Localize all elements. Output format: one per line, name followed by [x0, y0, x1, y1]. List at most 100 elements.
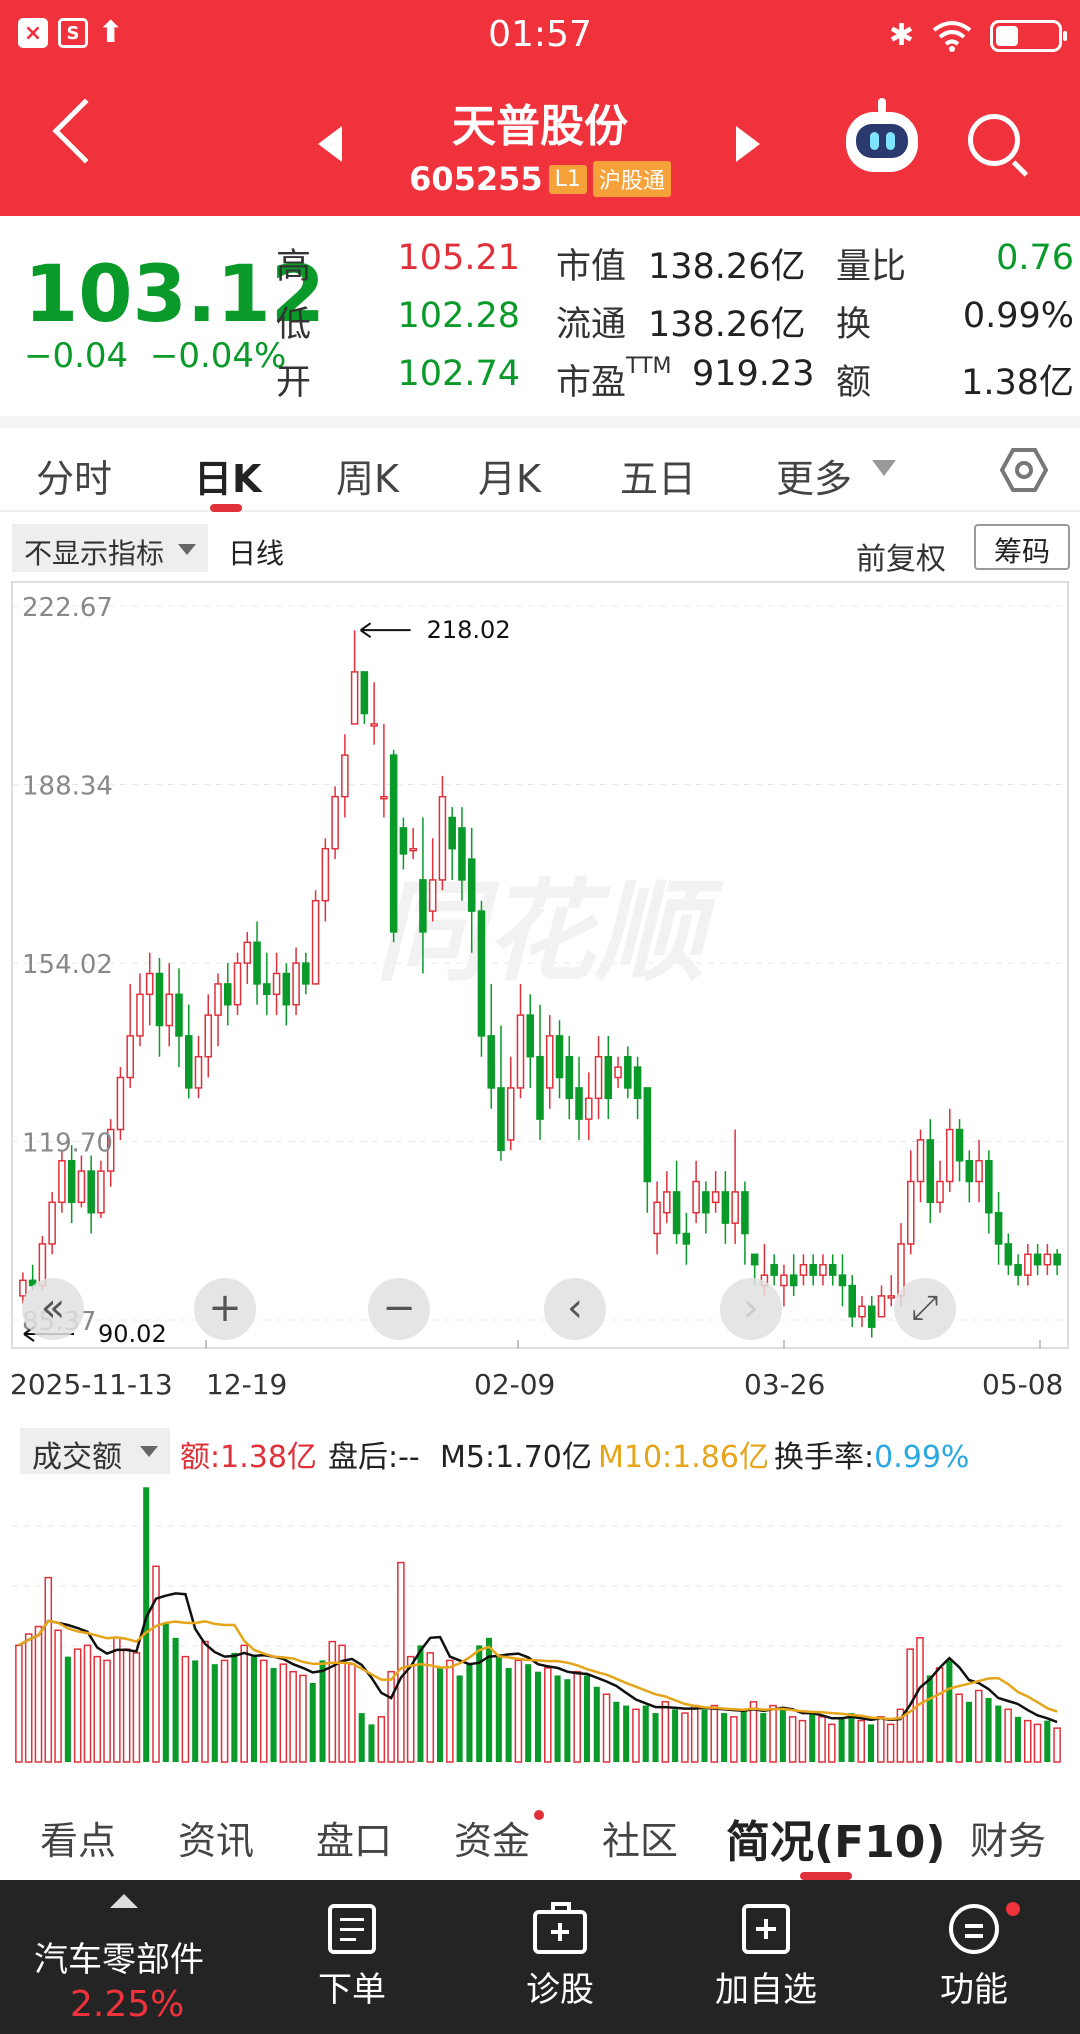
more-dropdown-icon[interactable] [872, 460, 896, 476]
volume-bar [1033, 1723, 1042, 1763]
date-tick: 02-09 [474, 1368, 556, 1401]
candle-body [575, 1087, 583, 1120]
functions-button[interactable]: 功能 [894, 1900, 1054, 2011]
volume-bar [848, 1713, 855, 1762]
date-tick: 12-19 [206, 1368, 288, 1401]
stock-code: 605255 [409, 160, 543, 198]
volume-bar [103, 1659, 111, 1763]
price-adjust-button[interactable]: 前复权 [856, 534, 946, 578]
candle-body [360, 671, 369, 715]
tab-monthly-k[interactable]: 月K [478, 448, 541, 503]
candle-body [955, 1128, 964, 1162]
tab-funds[interactable]: 资金 [454, 1810, 530, 1865]
change-value: −0.04 [24, 336, 129, 376]
candle-body [838, 1274, 847, 1287]
volume-bar [1023, 1719, 1032, 1763]
volume-bar [946, 1660, 953, 1762]
vol-ratio-label: 量比 [836, 247, 907, 287]
order-button[interactable]: 下单 [272, 1900, 432, 2011]
search-icon[interactable] [968, 114, 1020, 166]
candle-body [263, 983, 271, 996]
candle-body [428, 879, 437, 912]
candle-body [458, 827, 466, 881]
tab-financials[interactable]: 财务 [970, 1810, 1046, 1865]
volume-bar [113, 1637, 121, 1763]
volume-bar [1004, 1708, 1012, 1763]
settings-hexagon-icon[interactable] [1000, 448, 1048, 492]
candle-body [750, 1253, 759, 1266]
candle-body [282, 972, 291, 1006]
change-percent: −0.04% [149, 336, 287, 376]
volume-bar [935, 1667, 944, 1763]
zoom-in-button[interactable]: + [194, 1278, 256, 1340]
candle-body [97, 1170, 105, 1214]
candle-body [292, 962, 300, 1006]
volume-bar [279, 1663, 288, 1763]
candle-body [1053, 1253, 1061, 1266]
volume-bar [955, 1693, 963, 1763]
sector-name[interactable]: 汽车零部件 [34, 1932, 204, 1981]
tab-more[interactable]: 更多 [776, 448, 852, 503]
volume-bar [192, 1660, 199, 1762]
volume-chart[interactable] [0, 1470, 1080, 1766]
next-stock-arrow-icon[interactable] [736, 126, 760, 162]
candle-body [126, 1035, 134, 1079]
amount-value: 1.38亿 [961, 363, 1074, 403]
candle-body [721, 1191, 730, 1224]
low-label: 低 [276, 305, 312, 345]
volume-bar [466, 1664, 473, 1762]
chips-button[interactable]: 筹码 [974, 524, 1070, 570]
tab-f10-profile[interactable]: 简况(F10) [726, 1806, 946, 1870]
diagnose-button[interactable]: 诊股 [480, 1900, 640, 2011]
scroll-left-button[interactable]: ‹ [544, 1278, 606, 1340]
candle-body [194, 1055, 203, 1089]
tab-order-book[interactable]: 盘口 [316, 1810, 392, 1865]
ai-robot-icon[interactable] [846, 98, 918, 172]
fullscreen-button[interactable]: ⤢ [894, 1278, 956, 1340]
rewind-button[interactable]: « [22, 1278, 84, 1340]
volume-bar [417, 1645, 424, 1762]
line-type-label: 日线 [228, 537, 285, 570]
indicator-selector[interactable]: 不显示指标 [12, 524, 208, 572]
tab-weekly-k[interactable]: 周K [336, 448, 399, 503]
kline-chart[interactable]: 同花顺 222.67188.34154.02119.7085.37 218.02… [0, 580, 1080, 1350]
candle-body [233, 962, 242, 1006]
volume-bar [564, 1679, 571, 1762]
date-tick: 03-26 [744, 1368, 826, 1401]
pe-label: 市盈TTM [556, 354, 672, 405]
candle-body [692, 1180, 700, 1214]
add-watchlist-button[interactable]: 加自选 [686, 1900, 846, 2011]
volume-bar [299, 1674, 307, 1763]
pe-value: 919.23 [692, 354, 815, 394]
volume-bar [573, 1670, 581, 1763]
sector-expand-icon[interactable] [110, 1894, 138, 1908]
candle-body [321, 847, 330, 902]
candle-body [48, 1201, 56, 1245]
tab-news[interactable]: 资讯 [178, 1810, 254, 1865]
functions-label: 功能 [940, 1970, 1008, 2010]
tab-community[interactable]: 社区 [602, 1810, 678, 1865]
candle-body [604, 1055, 613, 1100]
scroll-right-button[interactable]: › [720, 1278, 782, 1340]
candle-body [789, 1274, 798, 1287]
volume-bar [514, 1659, 523, 1763]
candle-body [1024, 1253, 1032, 1276]
tab-daily-k[interactable]: 日K [194, 448, 261, 503]
candle-body [399, 827, 408, 855]
candle-body [165, 993, 174, 1027]
volume-bar [593, 1686, 600, 1762]
zoom-out-button[interactable]: − [368, 1278, 430, 1340]
quote-panel: 103.12 −0.04 −0.04% 高 105.21 低 102.28 开 … [0, 216, 1080, 416]
bluetooth-icon: ✱ [888, 18, 914, 53]
volume-bar [583, 1675, 591, 1762]
volume-bar [309, 1682, 316, 1762]
candle-body [438, 795, 447, 881]
stock-name: 天普股份 [452, 101, 628, 152]
candle-body [409, 847, 417, 852]
tab-intraday[interactable]: 分时 [36, 448, 112, 503]
volume-selector[interactable]: 成交额 [20, 1428, 170, 1475]
tab-five-day[interactable]: 五日 [620, 448, 696, 503]
volume-bar [34, 1625, 43, 1763]
candle-body [58, 1159, 66, 1204]
tab-highlights[interactable]: 看点 [40, 1810, 116, 1865]
